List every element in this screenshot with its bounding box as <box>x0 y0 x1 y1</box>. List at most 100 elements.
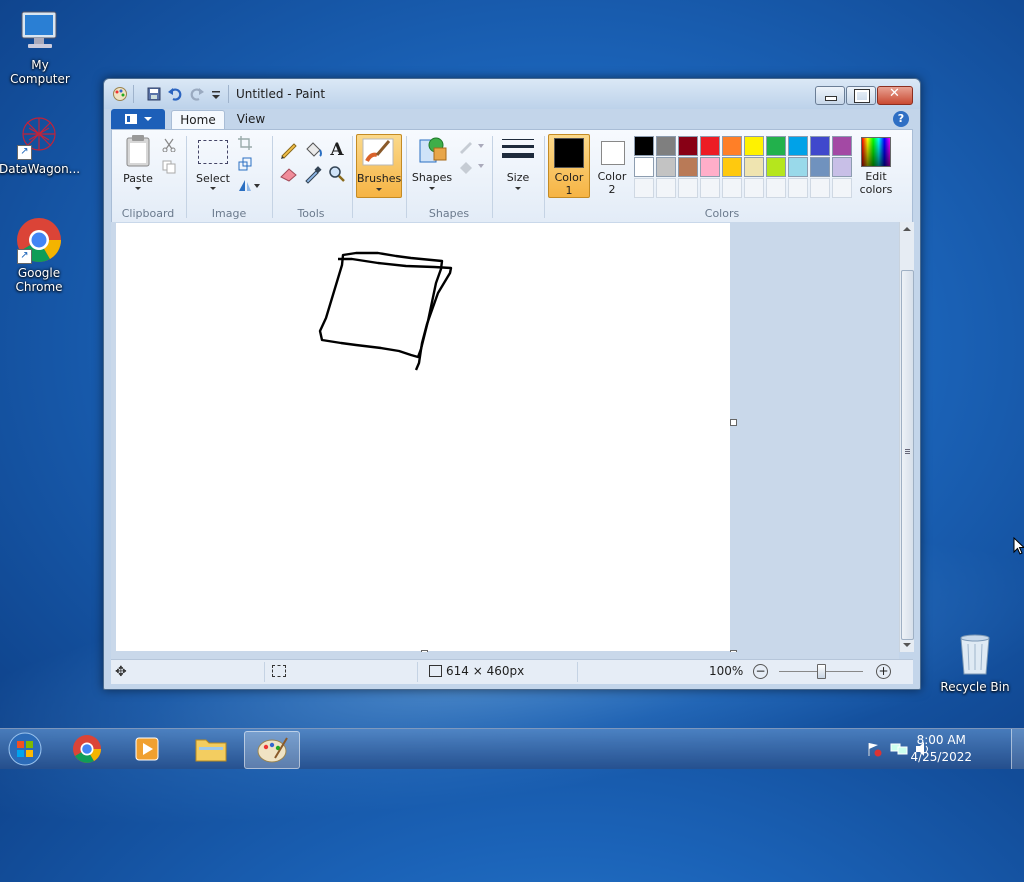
palette-swatch[interactable] <box>678 136 698 156</box>
zoom-out-icon[interactable]: − <box>753 664 768 679</box>
tab-view[interactable]: View <box>229 110 273 129</box>
palette-swatch[interactable] <box>832 157 852 177</box>
palette-swatch-custom[interactable] <box>832 178 852 198</box>
copy-icon[interactable] <box>162 160 176 177</box>
palette-swatch-custom[interactable] <box>744 178 764 198</box>
palette-swatch[interactable] <box>700 136 720 156</box>
minimize-button[interactable] <box>815 86 845 105</box>
palette-swatch-custom[interactable] <box>634 178 654 198</box>
palette-swatch[interactable] <box>722 136 742 156</box>
palette-swatch[interactable] <box>832 136 852 156</box>
palette-swatch[interactable] <box>744 136 764 156</box>
size-label: Size <box>506 171 530 184</box>
computer-icon <box>16 8 64 56</box>
undo-icon[interactable] <box>167 86 183 102</box>
close-button[interactable]: ✕ <box>877 86 913 105</box>
edit-colors-label-2: colors <box>859 183 893 196</box>
palette-swatch-custom[interactable] <box>722 178 742 198</box>
fill-icon[interactable] <box>458 158 484 177</box>
size-button[interactable]: Size <box>498 134 538 196</box>
palette-swatch[interactable] <box>788 136 808 156</box>
shapes-button[interactable]: Shapes <box>412 134 452 196</box>
scrollbar-thumb[interactable] <box>901 270 914 640</box>
outline-icon[interactable] <box>458 138 484 157</box>
paint-app-icon[interactable] <box>112 86 128 102</box>
cut-icon[interactable] <box>162 138 176 155</box>
zoom-slider-thumb[interactable] <box>817 664 826 679</box>
tools-group-label: Tools <box>297 207 325 220</box>
palette-swatch-custom[interactable] <box>766 178 786 198</box>
start-button[interactable] <box>6 731 44 767</box>
crop-icon[interactable] <box>238 136 252 153</box>
shortcut-arrow-icon: ↗ <box>17 145 32 160</box>
palette-swatch-custom[interactable] <box>678 178 698 198</box>
text-tool-icon[interactable]: A <box>326 140 348 160</box>
taskbar-paint[interactable] <box>244 731 300 769</box>
color1-button[interactable]: Color 1 <box>548 134 590 198</box>
help-icon[interactable]: ? <box>893 111 909 127</box>
palette-swatch-custom[interactable] <box>700 178 720 198</box>
canvas-area <box>111 222 899 657</box>
paint-menu-button[interactable] <box>111 109 165 129</box>
magnifier-icon[interactable] <box>326 164 348 184</box>
taskbar-media-player[interactable] <box>120 731 174 767</box>
restore-button[interactable] <box>846 86 876 105</box>
color2-swatch <box>601 141 625 165</box>
palette-swatch-custom[interactable] <box>656 178 676 198</box>
eraser-icon[interactable] <box>278 164 300 184</box>
clock[interactable]: 8:00 AM 4/25/2022 <box>910 732 972 766</box>
palette-swatch[interactable] <box>810 157 830 177</box>
action-center-flag-icon[interactable] <box>866 741 882 760</box>
palette-swatch[interactable] <box>810 136 830 156</box>
taskbar-chrome[interactable] <box>60 731 114 767</box>
customize-quick-access-icon[interactable] <box>210 86 226 102</box>
palette-swatch[interactable] <box>744 157 764 177</box>
selection-size-icon <box>272 665 286 677</box>
color-picker-icon[interactable] <box>302 164 324 184</box>
palette-swatch[interactable] <box>656 136 676 156</box>
vertical-scrollbar[interactable] <box>899 222 914 652</box>
save-icon[interactable] <box>146 86 162 102</box>
canvas-resize-handle-right[interactable] <box>730 419 737 426</box>
freehand-drawing <box>318 251 453 371</box>
pencil-icon[interactable] <box>278 140 300 160</box>
tab-home[interactable]: Home <box>171 110 225 130</box>
desktop-icon-recycle-bin[interactable]: Recycle Bin <box>935 630 1015 694</box>
select-button[interactable]: Select <box>196 134 230 196</box>
taskbar-file-explorer[interactable] <box>184 731 238 767</box>
show-desktop-button[interactable] <box>1011 729 1024 769</box>
palette-swatch[interactable] <box>788 157 808 177</box>
palette-swatch[interactable] <box>634 136 654 156</box>
zoom-in-icon[interactable]: + <box>876 664 891 679</box>
palette-swatch[interactable] <box>656 157 676 177</box>
palette-swatch[interactable] <box>722 157 742 177</box>
palette-swatch[interactable] <box>766 136 786 156</box>
fill-bucket-icon[interactable] <box>302 140 324 160</box>
brushes-button[interactable]: Brushes <box>356 134 402 198</box>
palette-swatch[interactable] <box>634 157 654 177</box>
palette-swatch[interactable] <box>700 157 720 177</box>
color2-button[interactable]: Color 2 <box>592 134 632 196</box>
palette-swatch-custom[interactable] <box>788 178 808 198</box>
redo-icon[interactable] <box>189 86 205 102</box>
divider <box>186 136 187 218</box>
scroll-up-icon[interactable] <box>903 227 911 231</box>
resize-icon[interactable] <box>238 157 252 174</box>
brushes-label: Brushes <box>357 172 402 185</box>
desktop-icon-google-chrome[interactable]: ↗ Google Chrome <box>0 216 79 294</box>
shortcut-arrow-icon: ↗ <box>17 249 32 264</box>
palette-swatch[interactable] <box>766 157 786 177</box>
rotate-icon[interactable] <box>238 178 260 195</box>
ribbon-tabs: Home View ? <box>111 109 913 130</box>
drawing-canvas[interactable] <box>116 223 730 651</box>
palette-swatch-custom[interactable] <box>810 178 830 198</box>
network-icon[interactable] <box>890 741 908 760</box>
edit-colors-button[interactable]: Edit colors <box>854 134 898 196</box>
color1-label: Color <box>554 171 584 184</box>
desktop-icon-datawagon[interactable]: ↗ DataWagon... <box>0 112 80 176</box>
paste-button[interactable]: Paste <box>118 134 158 196</box>
palette-swatch[interactable] <box>678 157 698 177</box>
chevron-down-icon <box>135 187 141 190</box>
scroll-down-icon[interactable] <box>903 643 911 647</box>
desktop-icon-my-computer[interactable]: My Computer <box>0 8 80 86</box>
